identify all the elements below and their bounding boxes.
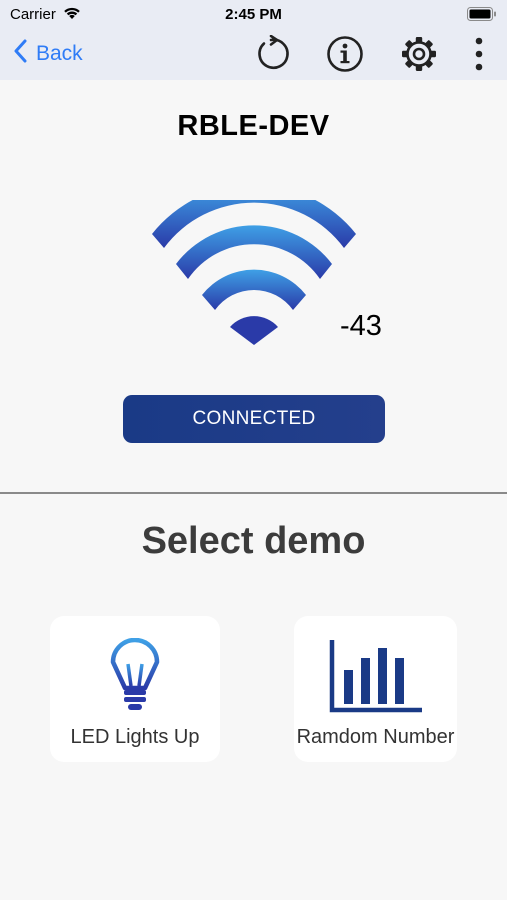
gear-icon[interactable] [399,34,439,74]
refresh-icon[interactable] [251,34,291,74]
select-demo-title: Select demo [141,520,366,562]
lightbulb-icon [50,638,220,714]
back-label: Back [36,42,83,65]
section-divider [0,492,507,494]
chevron-left-icon [14,39,36,69]
status-time: 2:45 PM [225,6,282,23]
demo-card-led[interactable]: LED Lights Up [50,616,220,762]
demo-card-label: LED Lights Up [70,726,200,748]
rssi-value: -43 [340,310,382,342]
battery-icon [467,7,497,26]
more-vertical-icon[interactable] [459,34,499,74]
demo-card-random-number[interactable]: Ramdom Number [294,616,457,762]
demo-card-label: Ramdom Number [296,726,455,748]
status-bar: Carrier 2:45 PM [0,0,507,28]
navigation-bar: Back [0,28,507,80]
info-icon[interactable] [325,34,365,74]
device-name: RBLE-DEV [177,110,330,142]
bar-chart-icon [294,638,457,714]
signal-strength-icon [150,184,358,353]
back-button[interactable]: Back [14,38,83,70]
connection-status-button[interactable]: CONNECTED [123,395,385,443]
